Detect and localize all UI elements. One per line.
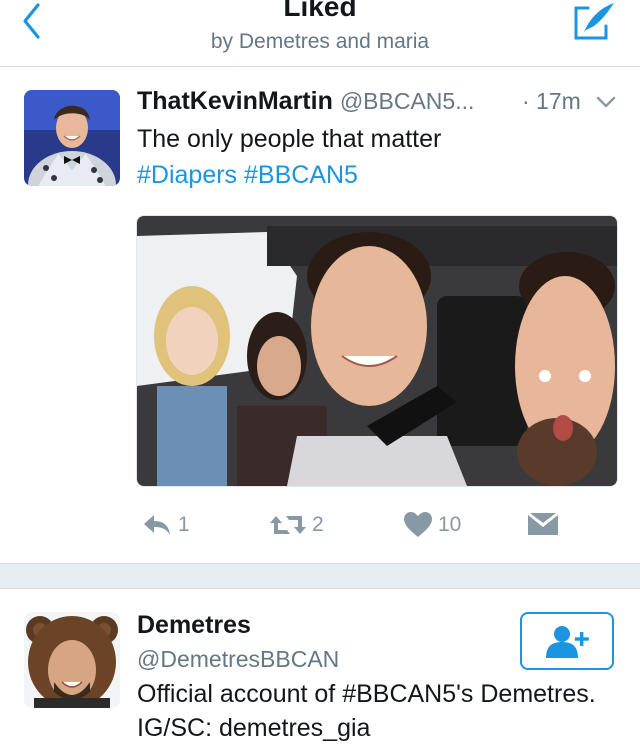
like-count: 10 <box>438 513 462 536</box>
author-handle[interactable]: @BBCAN5... <box>340 88 475 114</box>
tweet-actions: 1 2 10 <box>136 507 616 543</box>
reply-icon <box>144 515 170 535</box>
tweet-body: The only people that matter <box>137 125 442 153</box>
hashtag-link[interactable]: #Diapers <box>137 161 237 189</box>
avatar[interactable] <box>24 90 120 186</box>
compose-quill-icon <box>574 3 614 40</box>
add-user-icon <box>546 626 589 658</box>
hashtag-link[interactable]: #BBCAN5 <box>244 161 358 189</box>
user-name[interactable]: Demetres <box>137 609 251 641</box>
reply-button[interactable]: 1 <box>142 507 190 543</box>
heart-icon <box>404 512 432 537</box>
user-handle[interactable]: @DemetresBBCAN <box>137 643 339 675</box>
user-bio: Official account of #BBCAN5's Demetres. … <box>137 680 596 742</box>
photo-image <box>137 216 617 486</box>
author-name[interactable]: ThatKevinMartin <box>137 87 333 115</box>
avatar-image <box>24 90 120 186</box>
tweet-text: The only people that matter #Diapers #BB… <box>137 121 617 193</box>
chevron-down-icon <box>596 96 616 108</box>
like-button[interactable]: 10 <box>404 507 461 543</box>
tweet-menu-button[interactable] <box>596 95 616 109</box>
tweet-photo[interactable] <box>136 215 618 487</box>
tweet-header: ThatKevinMartin @BBCAN5... <box>137 85 474 117</box>
page-title: Liked <box>283 0 357 22</box>
section-divider <box>0 563 640 589</box>
direct-message-button[interactable] <box>528 507 558 543</box>
reply-count: 1 <box>178 513 190 536</box>
tweet[interactable]: ThatKevinMartin @BBCAN5... · 17m The onl… <box>0 67 640 563</box>
top-bar: Liked by Demetres and maria <box>0 0 640 67</box>
user-card[interactable]: Demetres @DemetresBBCAN Official account… <box>0 589 640 750</box>
page-subtitle: by Demetres and maria <box>210 30 430 53</box>
retweet-button[interactable]: 2 <box>270 507 324 543</box>
avatar[interactable] <box>24 612 120 708</box>
compose-button[interactable] <box>572 0 618 46</box>
avatar-image <box>24 612 120 708</box>
follow-button[interactable] <box>520 612 614 670</box>
retweet-count: 2 <box>312 513 324 536</box>
envelope-icon <box>528 513 558 535</box>
retweet-icon <box>270 516 306 534</box>
tweet-time: · 17m <box>522 88 581 114</box>
